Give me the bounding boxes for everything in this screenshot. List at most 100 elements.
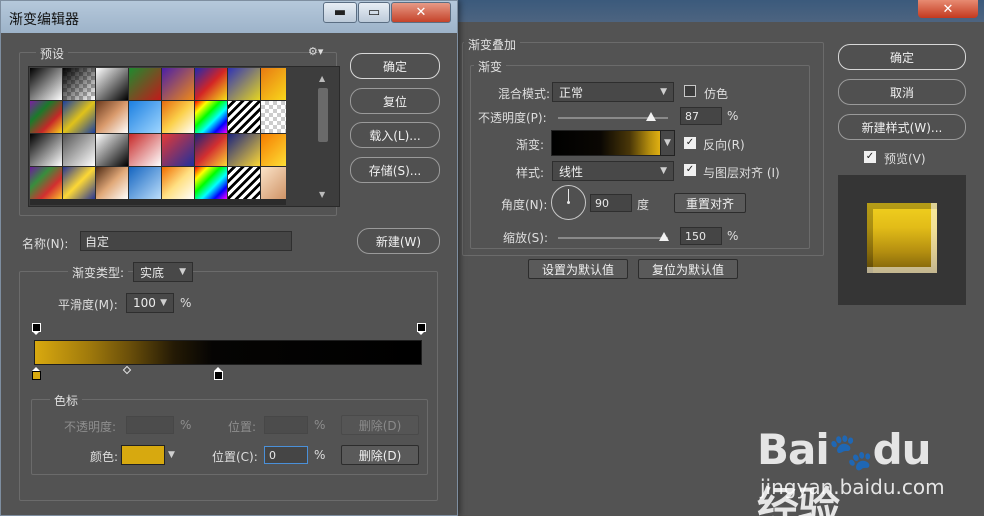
scale-slider-thumb[interactable] [659,232,669,241]
preset-swatch[interactable] [261,68,286,100]
scale-slider[interactable] [558,237,668,239]
preset-swatch[interactable] [63,134,95,166]
color-location-input[interactable]: 0 [264,446,308,464]
preset-swatch[interactable] [129,101,161,133]
delete-opacity-stop-button[interactable]: 删除(D) [341,415,419,435]
preset-swatch[interactable] [129,68,161,100]
color-stop-gold[interactable] [32,367,41,381]
blend-mode-label: 混合模式: [498,87,551,101]
layer-style-ok-button[interactable]: 确定 [838,44,966,70]
reset-button[interactable]: 复位 [350,88,440,114]
reverse-label: 反向(R) [703,138,745,152]
scroll-down-icon[interactable]: ▼ [319,190,325,199]
scale-percent: % [727,229,739,243]
overlay-opacity-input[interactable]: 87 [680,107,722,125]
scrollbar-thumb[interactable] [318,88,328,142]
angle-input[interactable]: 90 [590,194,632,212]
ok-button[interactable]: 确定 [350,53,440,79]
color-location-label: 位置(C): [212,450,258,464]
gear-icon[interactable]: ⚙▾ [308,45,323,58]
preset-swatch[interactable] [162,167,194,199]
minimize-button[interactable]: ▬ [323,2,357,23]
chevron-down-icon[interactable]: ▼ [168,450,175,460]
preset-swatch[interactable] [261,101,286,133]
gradient-bar[interactable] [34,340,422,365]
opacity-location-input[interactable] [264,416,308,434]
delete-color-stop-button[interactable]: 删除(D) [341,445,419,465]
layer-style-cancel-button[interactable]: 取消 [838,79,966,105]
preset-swatch[interactable] [129,167,161,199]
preset-swatch[interactable] [30,134,62,166]
preset-swatch[interactable] [228,134,260,166]
preset-swatch[interactable] [63,68,95,100]
preview-checkbox[interactable]: ✓ [864,151,876,163]
reset-to-default-button[interactable]: 复位为默认值 [638,259,738,279]
preset-swatch[interactable] [162,68,194,100]
preset-swatch[interactable] [30,68,62,100]
preset-swatch[interactable] [30,167,62,199]
align-with-layer-checkbox[interactable]: ✓ [684,164,696,176]
scroll-up-icon[interactable]: ▲ [319,74,325,83]
gradient-preview-swatch[interactable] [551,130,661,156]
scale-input[interactable]: 150 [680,227,722,245]
gradient-editor-titlebar[interactable]: 渐变编辑器 ▬ ▭ ✕ [1,1,457,33]
chevron-down-icon: ▼ [660,87,667,97]
preset-swatch[interactable] [63,101,95,133]
gradient-type-label: 渐变类型: [68,264,129,281]
stop-opacity-label: 不透明度: [64,420,117,434]
color-stop-black[interactable] [214,367,223,381]
scale-label: 缩放(S): [503,231,549,245]
preset-swatch[interactable] [96,167,128,199]
name-input[interactable]: 自定 [80,231,292,251]
load-button[interactable]: 载入(L)... [350,122,440,148]
angle-dial[interactable] [551,185,586,220]
opacity-stop-left[interactable] [32,323,41,335]
preset-swatch[interactable] [63,167,95,199]
maximize-button[interactable]: ▭ [358,2,390,23]
color-location-percent: % [314,448,326,462]
preset-swatch[interactable] [195,68,227,100]
new-gradient-button[interactable]: 新建(W) [357,228,440,254]
preview-label: 预览(V) [884,152,926,166]
preset-swatch[interactable] [129,134,161,166]
smoothness-input[interactable]: 100 ▼ [126,293,174,313]
dither-checkbox[interactable] [684,85,696,97]
preset-swatch[interactable] [96,134,128,166]
opacity-stop-right[interactable] [417,323,426,335]
preset-swatch[interactable] [96,101,128,133]
preset-swatch[interactable] [96,68,128,100]
preset-swatch[interactable] [162,134,194,166]
blend-mode-value: 正常 [559,85,584,100]
overlay-opacity-slider-thumb[interactable] [646,112,656,121]
stop-opacity-percent: % [180,418,192,432]
layer-style-close-button[interactable]: ✕ [918,0,978,18]
close-button[interactable]: ✕ [391,2,451,23]
gradient-type-select[interactable]: 实底 ▼ [133,262,193,282]
preset-swatch[interactable] [195,101,227,133]
reset-alignment-button[interactable]: 重置对齐 [674,193,746,213]
new-style-button[interactable]: 新建样式(W)... [838,114,966,140]
preset-swatch[interactable] [30,101,62,133]
preset-swatch[interactable] [228,101,260,133]
save-button[interactable]: 存储(S)... [350,157,440,183]
style-value: 线性 [559,164,584,179]
preset-swatch[interactable] [228,68,260,100]
preset-swatch[interactable] [195,134,227,166]
preset-swatch[interactable] [261,134,286,166]
stop-color-swatch[interactable] [121,445,165,465]
smoothness-percent: % [180,296,192,310]
gradient-picker-chevron-icon[interactable]: ▼ [661,130,675,156]
reverse-checkbox[interactable]: ✓ [684,137,696,149]
blend-mode-select[interactable]: 正常 ▼ [552,82,674,102]
preset-swatch[interactable] [195,167,227,199]
stop-opacity-input[interactable] [126,416,174,434]
preset-scrollbar[interactable]: ▲ ▼ [317,74,329,200]
set-as-default-button[interactable]: 设置为默认值 [528,259,628,279]
style-select[interactable]: 线性 ▼ [552,161,674,181]
preset-swatch[interactable] [261,167,286,199]
preset-swatch[interactable] [228,167,260,199]
overlay-opacity-label: 不透明度(P): [478,111,547,125]
maximize-icon: ▭ [367,5,381,20]
preset-swatch[interactable] [162,101,194,133]
preset-grid [30,68,286,205]
